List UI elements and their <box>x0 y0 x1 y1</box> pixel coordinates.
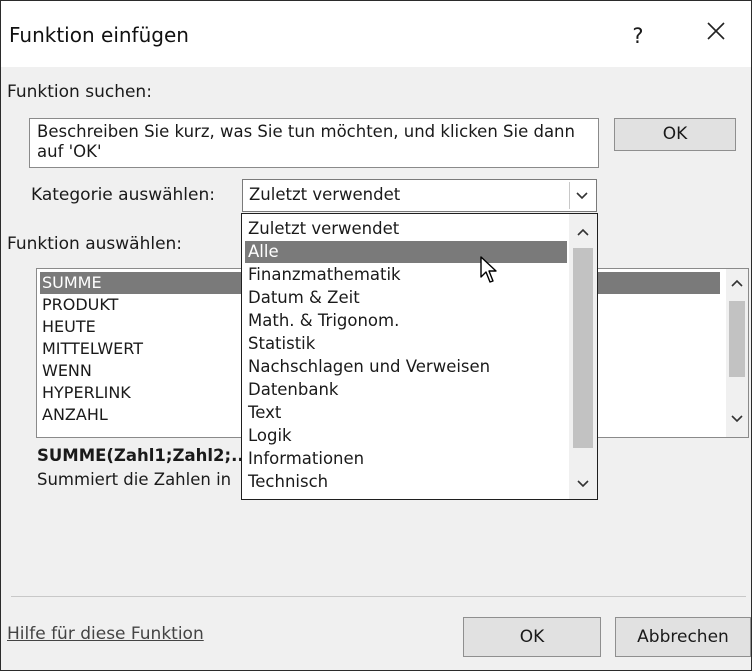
function-list-label: Funktion auswählen: <box>7 234 183 254</box>
mouse-pointer-icon <box>480 256 497 283</box>
function-list-scrollbar[interactable] <box>726 269 748 437</box>
category-label: Kategorie auswählen: <box>31 185 215 205</box>
dialog-title: Funktion einfügen <box>9 23 189 47</box>
category-option-math-trigonom[interactable]: Math. & Trigonom. <box>245 310 567 332</box>
chevron-down-icon <box>576 191 588 199</box>
function-description: Summiert die Zahlen in <box>37 470 232 489</box>
category-option-zuletzt-verwendet[interactable]: Zuletzt verwendet <box>245 218 567 240</box>
cancel-button[interactable]: Abbrechen <box>615 617 751 657</box>
close-icon <box>707 22 725 40</box>
category-option-datum-zeit[interactable]: Datum & Zeit <box>245 287 567 309</box>
title-bar: Funktion einfügen ? <box>1 1 751 67</box>
function-syntax: SUMME(Zahl1;Zahl2;.. <box>37 446 244 465</box>
insert-function-dialog: Funktion einfügen ? Funktion suchen: Bes… <box>0 0 752 671</box>
scrollbar-thumb[interactable] <box>729 301 745 377</box>
category-option-logik[interactable]: Logik <box>245 425 567 447</box>
chevron-up-icon[interactable] <box>577 228 589 236</box>
close-button[interactable] <box>701 21 731 51</box>
category-option-finanzmathematik[interactable]: Finanzmathematik <box>245 264 567 286</box>
ok-button[interactable]: OK <box>463 617 601 657</box>
category-option-text[interactable]: Text <box>245 402 567 424</box>
category-option-datenbank[interactable]: Datenbank <box>245 379 567 401</box>
help-button[interactable]: ? <box>623 21 653 51</box>
category-option-nachschlagen[interactable]: Nachschlagen und Verweisen <box>245 356 567 378</box>
dropdown-arrow[interactable] <box>569 182 594 209</box>
footer-divider <box>11 596 746 597</box>
category-option-alle[interactable]: Alle <box>245 241 567 263</box>
chevron-down-icon[interactable] <box>577 480 589 488</box>
help-link[interactable]: Hilfe für diese Funktion <box>7 624 204 644</box>
category-option-statistik[interactable]: Statistik <box>245 333 567 355</box>
dropdown-scrollbar-thumb[interactable] <box>573 248 593 448</box>
search-input[interactable]: Beschreiben Sie kurz, was Sie tun möchte… <box>29 118 599 168</box>
category-selected-value: Zuletzt verwendet <box>249 185 401 204</box>
category-select[interactable]: Zuletzt verwendet <box>242 179 597 212</box>
category-dropdown-list[interactable]: Zuletzt verwendet Alle Finanzmathematik … <box>241 213 598 500</box>
dropdown-scrollbar[interactable] <box>569 214 597 499</box>
category-option-informationen[interactable]: Informationen <box>245 448 567 470</box>
search-label: Funktion suchen: <box>7 82 152 102</box>
chevron-down-icon[interactable] <box>731 415 743 423</box>
chevron-up-icon[interactable] <box>731 279 743 287</box>
search-go-button[interactable]: OK <box>614 118 736 151</box>
category-option-technisch[interactable]: Technisch <box>245 471 567 493</box>
